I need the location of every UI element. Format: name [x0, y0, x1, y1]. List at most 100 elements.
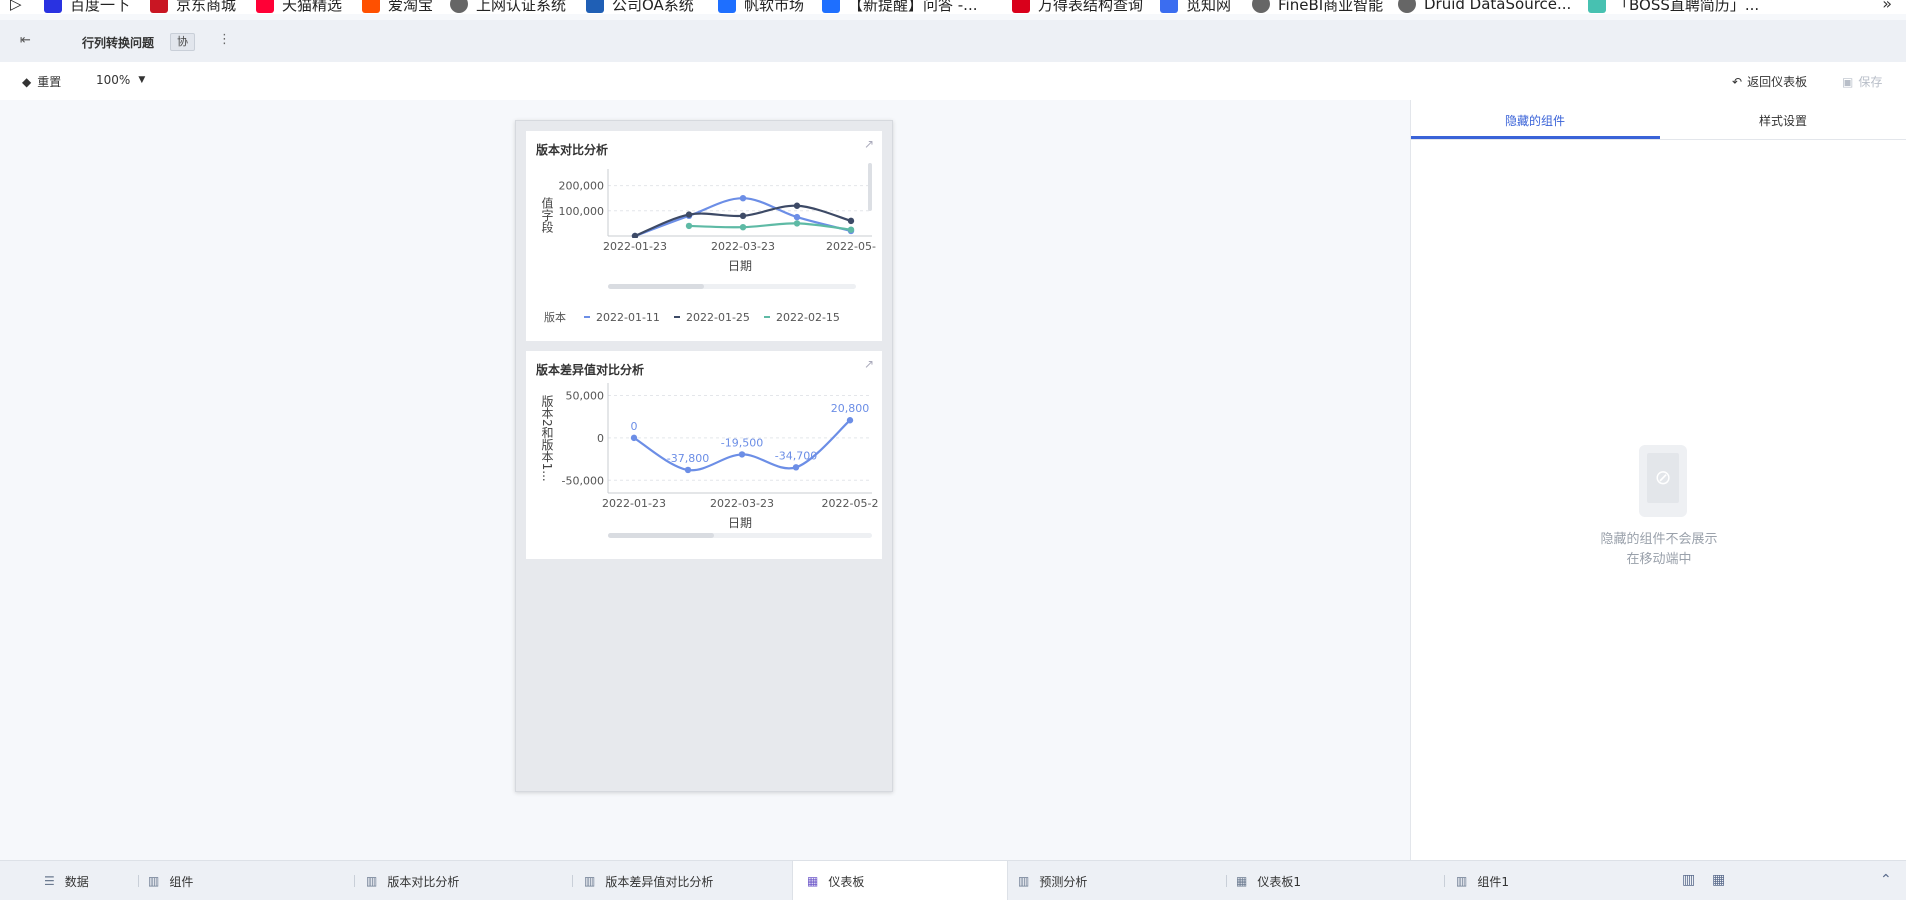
tab-component1[interactable]: ▥ 组件1 — [1456, 861, 1509, 900]
tab-component[interactable]: ▥ 组件 — [148, 861, 193, 900]
tab-forecast[interactable]: ▥ 预测分析 — [1018, 861, 1087, 900]
data-point — [739, 212, 747, 220]
y-tick-label: 0 — [597, 432, 604, 445]
tab-dashboard1[interactable]: ▦ 仪表板1 — [1236, 861, 1301, 900]
eraser-icon: ◆ — [22, 74, 32, 89]
hidden-phone-icon: ⊘ — [1639, 445, 1687, 517]
bookmark-oa[interactable]: 公司OA系统 — [586, 0, 694, 14]
data-point — [847, 217, 855, 225]
data-point — [684, 466, 692, 474]
data-point — [738, 451, 746, 458]
wind-icon — [1012, 0, 1030, 13]
expand-icon[interactable]: ↗ — [864, 357, 874, 371]
reset-button[interactable]: ◆ 重置 — [22, 73, 61, 90]
bookmark-finebi[interactable]: FineBI商业智能 — [1252, 0, 1383, 14]
back-to-dashboard-button[interactable]: ↶ 返回仪表板 — [1732, 73, 1807, 90]
add-component-icon[interactable]: ▥ — [1682, 872, 1695, 888]
bookmark-boss[interactable]: 「BOSS直聘简历」... — [1588, 0, 1759, 14]
bookmark-fanruan[interactable]: 帆软市场 — [718, 0, 804, 14]
x-tick-label: 2022-03-23 — [711, 240, 775, 253]
baidu-icon — [44, 0, 62, 13]
widget-title: 版本对比分析 — [536, 143, 609, 157]
x-tick-label: 2022-03-23 — [710, 497, 774, 510]
globe-icon — [1398, 0, 1416, 13]
h-scrollbar-thumb — [608, 533, 714, 538]
expand-icon[interactable]: ↗ — [864, 137, 874, 151]
bookmarks-toggle-icon[interactable]: ▷ — [10, 0, 22, 14]
bookmark-jd[interactable]: 京东商城 — [150, 0, 236, 14]
line-chart-version-compare[interactable]: 200,000 100,000 2022-01-23 2022-03-23 2022-0… — [526, 131, 882, 341]
dashboard-title[interactable]: 行列转换问题 — [82, 34, 154, 51]
collapse-icon[interactable]: ⌃ — [1880, 872, 1892, 888]
data-point — [793, 202, 801, 209]
chart-icon: ▥ — [1018, 874, 1030, 888]
right-panel: 隐藏的组件 样式设置 ⊘ 隐藏的组件不会展示 在移动端中 — [1410, 100, 1906, 860]
x-tick-label: 2022-05-2 — [822, 497, 879, 510]
tab-version-compare[interactable]: ▥ 版本对比分析 — [366, 861, 459, 900]
tab-data[interactable]: ☰ 数据 — [44, 861, 89, 900]
data-point — [793, 220, 801, 227]
x-tick-label: 2022-05- — [826, 240, 876, 253]
bookmark-aitaobao[interactable]: 爱淘宝 — [362, 0, 433, 14]
data-point — [792, 464, 800, 471]
chart-icon: ▥ — [148, 874, 160, 888]
bookmark-mizhi[interactable]: 觅知网 — [1160, 0, 1231, 14]
data-point — [685, 211, 693, 218]
more-options-icon[interactable]: ⋮ — [218, 32, 231, 47]
save-icon: ▣ — [1842, 74, 1854, 89]
dashboard-icon: ▦ — [1236, 874, 1248, 888]
globe-icon — [1252, 0, 1270, 13]
bookmarks-bar: ▷ 百度一下 京东商城 天猫精选 爱淘宝 上网认证系统 公司OA系统 帆软市场 … — [0, 0, 1906, 14]
empty-state-text: 隐藏的组件不会展示 在移动端中 — [1600, 532, 1718, 567]
bookmark-wind[interactable]: 万得表结构查询 — [1012, 0, 1143, 14]
mobile-preview-canvas: 200,000 100,000 2022-01-23 2022-03-23 2022-0… — [0, 100, 1410, 860]
oa-icon — [586, 0, 604, 13]
exit-icon[interactable]: ⇤ — [20, 33, 36, 49]
bookmarks-more-icon[interactable]: » — [1882, 0, 1892, 13]
save-button[interactable]: ▣ 保存 — [1842, 73, 1882, 90]
widget-version-diff[interactable]: 50,000 0 -50,000 2022-01-23 2022-03-23 2022-0… — [526, 351, 882, 559]
tmall-icon — [256, 0, 274, 13]
data-label: -19,500 — [721, 436, 763, 449]
aitaobao-icon — [362, 0, 380, 13]
zoom-select[interactable]: 100% ▼ — [96, 73, 145, 87]
chart-icon: ▥ — [366, 874, 378, 888]
data-point — [793, 213, 801, 221]
eye-off-icon: ⊘ — [1654, 465, 1672, 489]
dashboard-icon: ▦ — [807, 874, 819, 888]
y-axis-title: 值字段 — [540, 196, 554, 234]
mobile-toolbar: ◆ 重置 100% ▼ ↶ 返回仪表板 ▣ 保存 — [0, 62, 1906, 100]
x-axis-title: 日期 — [728, 259, 752, 273]
mizhi-icon — [1160, 0, 1178, 13]
y-tick-label: 100,000 — [559, 205, 605, 218]
data-label: -37,800 — [667, 452, 709, 465]
bookmark-tmall[interactable]: 天猫精选 — [256, 0, 342, 14]
fanruan-icon — [822, 0, 840, 13]
bookmark-druid[interactable]: Druid DataSource... — [1398, 0, 1571, 14]
bookmark-auth[interactable]: 上网认证系统 — [450, 0, 566, 14]
bookmark-qa[interactable]: 【新提醒】问答 -... — [822, 0, 978, 14]
line-chart-version-diff[interactable]: 50,000 0 -50,000 2022-01-23 2022-03-23 2022-0… — [526, 351, 882, 559]
active-tab-indicator — [1411, 136, 1660, 139]
data-label: -34,700 — [775, 449, 817, 462]
widget-version-compare[interactable]: 200,000 100,000 2022-01-23 2022-03-23 2022-0… — [526, 131, 882, 341]
globe-icon — [450, 0, 468, 13]
widget-title: 版本差异值对比分析 — [536, 363, 645, 377]
collab-badge[interactable]: 协 — [170, 33, 195, 51]
boss-icon — [1588, 0, 1606, 13]
legend-item: 2022-01-25 — [686, 311, 750, 324]
tab-hidden-components[interactable]: 隐藏的组件 — [1411, 112, 1659, 129]
undo-icon: ↶ — [1732, 74, 1743, 89]
add-dashboard-icon[interactable]: ▦ — [1712, 872, 1725, 888]
chart-icon: ▥ — [1456, 874, 1468, 888]
data-point — [846, 417, 854, 424]
y-axis-title: 版本2和版本1... — [540, 395, 554, 482]
bookmark-baidu[interactable]: 百度一下 — [44, 0, 130, 14]
tab-style-settings[interactable]: 样式设置 — [1659, 112, 1906, 129]
tab-dashboard[interactable]: ▦ 仪表板 — [792, 861, 1008, 900]
legend-item: 2022-02-15 — [776, 311, 840, 324]
tab-version-diff[interactable]: ▥ 版本差异值对比分析 — [584, 861, 713, 900]
series-line — [634, 204, 852, 238]
bottom-tab-bar: ☰ 数据 ▥ 组件 ▥ 版本对比分析 ▥ 版本差异值对比分析 ▦ 仪表板 ▥ 预测分析 ▦ 仪… — [0, 860, 1906, 900]
database-icon: ☰ — [44, 874, 55, 888]
